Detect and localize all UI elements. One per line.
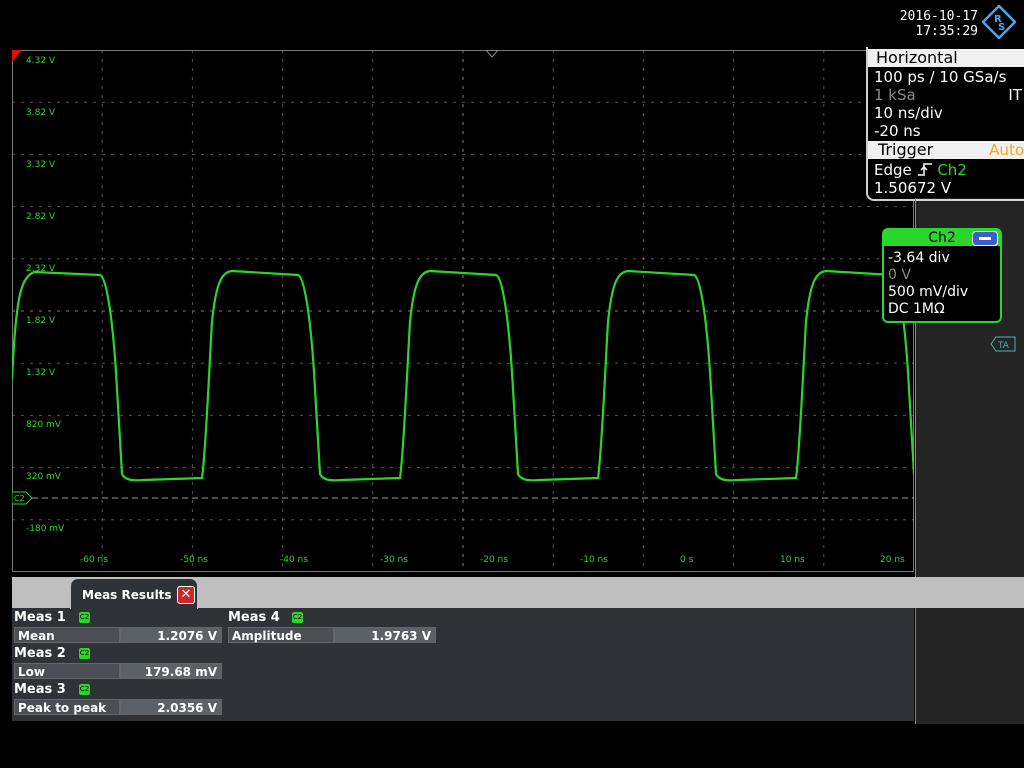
meas-4-label[interactable]: Amplitude xyxy=(228,627,334,643)
meas-3-label[interactable]: Peak to peak xyxy=(14,699,120,715)
y-tick-label: 320 mV xyxy=(26,472,62,482)
rising-edge-icon xyxy=(917,163,932,176)
y-tick-label: 3.32 V xyxy=(26,160,56,170)
trigger-type-text: Edge xyxy=(874,161,912,179)
time-text: 17:35:29 xyxy=(915,24,978,39)
meas-4-value[interactable]: 1.9763 V xyxy=(334,627,436,643)
meas-2-value[interactable]: 179.68 mV xyxy=(120,663,222,679)
meas-3-source-badge: C2 xyxy=(79,684,90,695)
y-tick-label: -180 mV xyxy=(26,524,65,534)
horizontal-title[interactable]: Horizontal xyxy=(868,49,1024,67)
channel-ground-marker[interactable]: C2 xyxy=(11,491,33,505)
date-time-display: 2016-10-17 17:35:29 xyxy=(868,9,978,39)
trigger-offset-marker xyxy=(484,49,500,58)
x-tick-label: -40 ns xyxy=(280,555,308,565)
meas-3-name[interactable]: Meas 3 xyxy=(14,682,66,697)
channel-scale-text[interactable]: 500 mV/div xyxy=(888,284,968,300)
meas-2-source-badge: C2 xyxy=(79,648,90,659)
channel-position-text[interactable]: 0 V xyxy=(888,267,911,283)
x-tick-label: -50 ns xyxy=(180,555,208,565)
trigger-title-label: Trigger xyxy=(878,140,934,159)
y-tick-label: 820 mV xyxy=(26,420,62,430)
x-tick-label: 0 s xyxy=(680,555,694,565)
y-tick-label: 3.82 V xyxy=(26,108,56,118)
meas-1-value[interactable]: 1.2076 V xyxy=(120,627,222,643)
graticule xyxy=(12,50,914,572)
trigger-type-row[interactable]: Edge Ch2 xyxy=(874,161,1022,179)
horizontal-position-text[interactable]: -20 ns xyxy=(874,122,1022,140)
meas-3-value[interactable]: 2.0356 V xyxy=(120,699,222,715)
y-tick-label: 1.32 V xyxy=(26,368,56,378)
trigger-source-text: Ch2 xyxy=(937,161,967,179)
trigger-title[interactable]: Trigger Auto xyxy=(868,141,1024,159)
y-tick-label: 4.32 V xyxy=(26,56,56,66)
waveform-display[interactable]: 4.32 V 3.82 V 3.32 V 2.82 V 2.32 V 1.82 V 1.32… xyxy=(10,49,1024,586)
meas-4-name[interactable]: Meas 4 xyxy=(228,610,280,625)
x-tick-label: -60 ns xyxy=(80,555,108,565)
channel-marker-label: C2 xyxy=(14,494,25,503)
channel-offset-text[interactable]: -3.64 div xyxy=(888,250,950,266)
meas-2-name[interactable]: Meas 2 xyxy=(14,646,66,661)
resolution-text[interactable]: 100 ps / 10 GSa/s xyxy=(874,68,1022,86)
horizontal-trigger-panel[interactable]: Horizontal 100 ps / 10 GSa/s 1 kSa IT 10… xyxy=(866,47,1024,201)
x-tick-label: 10 ns xyxy=(780,555,805,565)
y-tick-label: 2.82 V xyxy=(26,212,56,222)
x-tick-label: -10 ns xyxy=(580,555,608,565)
meas-2-label[interactable]: Low xyxy=(14,663,120,679)
y-tick-label: 1.82 V xyxy=(26,316,56,326)
trigger-mode-text[interactable]: Auto xyxy=(989,141,1024,159)
close-icon[interactable]: ✕ xyxy=(177,586,195,604)
trigger-level-text[interactable]: 1.50672 V xyxy=(874,179,1022,197)
x-tick-label: -30 ns xyxy=(380,555,408,565)
meas-results-tab-label[interactable]: Meas Results xyxy=(82,588,172,602)
trigger-position-marker xyxy=(12,50,22,62)
channel-settings-box[interactable]: Ch2 -3.64 div 0 V 500 mV/div DC 1MΩ xyxy=(882,228,1002,323)
meas-1-name[interactable]: Meas 1 xyxy=(14,610,66,625)
record-length-text[interactable]: 1 kSa xyxy=(874,86,1022,104)
x-tick-label: 20 ns xyxy=(880,555,905,565)
x-tick-label: -20 ns xyxy=(480,555,508,565)
rs-logo-icon: R S xyxy=(981,4,1017,40)
channel-coupling-text[interactable]: DC 1MΩ xyxy=(888,301,945,317)
minimize-button[interactable] xyxy=(972,231,998,246)
record-mode-text: IT xyxy=(1008,86,1022,104)
svg-text:S: S xyxy=(998,22,1005,33)
date-text: 2016-10-17 xyxy=(899,9,978,24)
meas-1-source-badge: C2 xyxy=(79,612,90,623)
timebase-text[interactable]: 10 ns/div xyxy=(874,104,1022,122)
meas-1-label[interactable]: Mean xyxy=(14,627,120,643)
meas-4-source-badge: C2 xyxy=(292,612,303,623)
